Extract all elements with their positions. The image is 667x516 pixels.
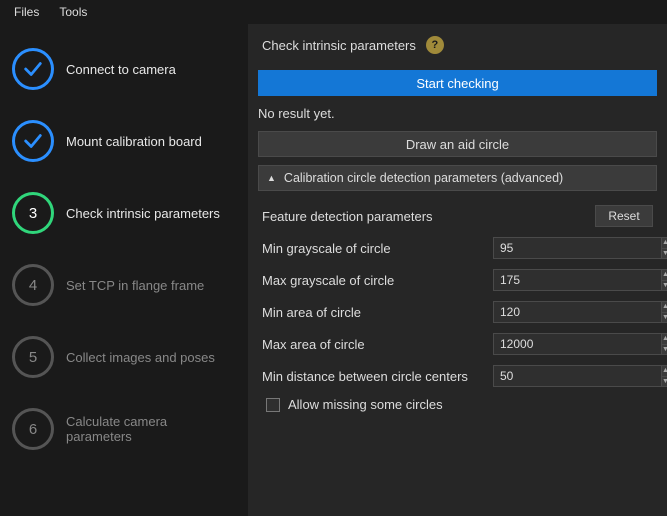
field-min-distance: Min distance between circle centers ▲ ▼: [262, 365, 653, 387]
step-up-button[interactable]: ▲: [662, 333, 667, 344]
panel-title: Feature detection parameters: [262, 209, 433, 224]
max-grayscale-input[interactable]: [493, 269, 662, 291]
min-distance-input[interactable]: [493, 365, 662, 387]
field-min-area: Min area of circle ▲ ▼: [262, 301, 653, 323]
field-label: Min area of circle: [262, 305, 493, 320]
step-label: Check intrinsic parameters: [66, 206, 220, 221]
reset-button[interactable]: Reset: [595, 205, 653, 227]
spinbox: ▲ ▼: [493, 269, 653, 291]
step-up-button[interactable]: ▲: [662, 365, 667, 376]
step-status-circle: [12, 120, 54, 162]
allow-missing-row: Allow missing some circles: [262, 397, 653, 412]
step-label: Collect images and poses: [66, 350, 215, 365]
min-grayscale-input[interactable]: [493, 237, 662, 259]
step-status-circle: 5: [12, 336, 54, 378]
start-checking-button[interactable]: Start checking: [258, 70, 657, 96]
help-icon[interactable]: ?: [426, 36, 444, 54]
step-down-button[interactable]: ▼: [662, 280, 667, 292]
spinbox: ▲ ▼: [493, 333, 653, 355]
page-title: Check intrinsic parameters: [262, 38, 416, 53]
status-text: No result yet.: [258, 104, 657, 123]
spinbox: ▲ ▼: [493, 365, 653, 387]
spinbox: ▲ ▼: [493, 237, 653, 259]
step-down-button[interactable]: ▼: [662, 312, 667, 324]
step-collect-images[interactable]: 5 Collect images and poses: [0, 330, 248, 384]
step-label: Mount calibration board: [66, 134, 202, 149]
main: Connect to camera Mount calibration boar…: [0, 24, 667, 516]
field-min-grayscale: Min grayscale of circle ▲ ▼: [262, 237, 653, 259]
step-status-circle: [12, 48, 54, 90]
step-status-circle: 3: [12, 192, 54, 234]
step-label: Set TCP in flange frame: [66, 278, 204, 293]
min-area-input[interactable]: [493, 301, 662, 323]
step-calculate-params[interactable]: 6 Calculate camera parameters: [0, 402, 248, 456]
check-icon: [22, 130, 44, 152]
spinbox: ▲ ▼: [493, 301, 653, 323]
step-up-button[interactable]: ▲: [662, 237, 667, 248]
step-check-intrinsic[interactable]: 3 Check intrinsic parameters: [0, 186, 248, 240]
content-pane: Check intrinsic parameters ? Start check…: [248, 24, 667, 516]
panel-title-row: Feature detection parameters Reset: [262, 205, 653, 227]
menu-files[interactable]: Files: [4, 3, 49, 21]
chevron-up-icon: ▲: [267, 173, 276, 183]
step-down-button[interactable]: ▼: [662, 376, 667, 388]
field-label: Min grayscale of circle: [262, 241, 493, 256]
step-label: Connect to camera: [66, 62, 176, 77]
expander-label: Calibration circle detection parameters …: [284, 171, 563, 185]
field-max-grayscale: Max grayscale of circle ▲ ▼: [262, 269, 653, 291]
step-down-button[interactable]: ▼: [662, 344, 667, 356]
step-status-circle: 4: [12, 264, 54, 306]
step-up-button[interactable]: ▲: [662, 269, 667, 280]
step-set-tcp[interactable]: 4 Set TCP in flange frame: [0, 258, 248, 312]
menubar: Files Tools: [0, 0, 667, 24]
step-mount-board[interactable]: Mount calibration board: [0, 114, 248, 168]
step-status-circle: 6: [12, 408, 54, 450]
step-label: Calculate camera parameters: [66, 414, 236, 444]
advanced-panel: Feature detection parameters Reset Min g…: [258, 199, 657, 412]
step-connect-camera[interactable]: Connect to camera: [0, 42, 248, 96]
field-label: Max area of circle: [262, 337, 493, 352]
allow-missing-checkbox[interactable]: [266, 398, 280, 412]
sidebar: Connect to camera Mount calibration boar…: [0, 24, 248, 516]
field-label: Min distance between circle centers: [262, 369, 493, 384]
allow-missing-label: Allow missing some circles: [288, 397, 443, 412]
field-label: Max grayscale of circle: [262, 273, 493, 288]
content-body: Start checking No result yet. Draw an ai…: [248, 70, 667, 422]
menu-tools[interactable]: Tools: [49, 3, 97, 21]
draw-aid-circle-button[interactable]: Draw an aid circle: [258, 131, 657, 157]
check-icon: [22, 58, 44, 80]
expander-advanced[interactable]: ▲ Calibration circle detection parameter…: [258, 165, 657, 191]
step-up-button[interactable]: ▲: [662, 301, 667, 312]
content-header: Check intrinsic parameters ?: [248, 24, 667, 70]
field-max-area: Max area of circle ▲ ▼: [262, 333, 653, 355]
step-down-button[interactable]: ▼: [662, 248, 667, 260]
max-area-input[interactable]: [493, 333, 662, 355]
